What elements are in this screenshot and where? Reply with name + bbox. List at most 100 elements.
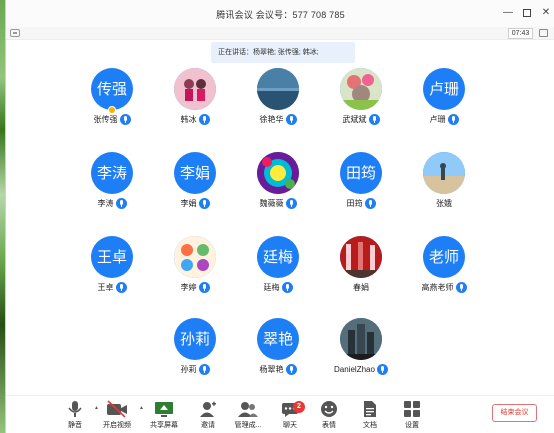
emoji-icon bbox=[321, 401, 337, 417]
participant-tile[interactable]: 老师 高燕老师 bbox=[402, 236, 486, 306]
participant-name: 孙莉 bbox=[180, 365, 197, 374]
end-meeting-button[interactable]: 结束会议 bbox=[492, 404, 537, 422]
participant-name: 武斌斌 bbox=[342, 115, 367, 124]
mic-icon bbox=[198, 364, 210, 375]
reactions-button[interactable]: 表情 bbox=[309, 400, 349, 432]
participant-name: 王卓 bbox=[97, 283, 114, 292]
video-label: 开启视频 bbox=[103, 422, 131, 429]
mic-icon bbox=[368, 114, 380, 125]
documents-label: 文档 bbox=[363, 422, 377, 429]
chat-unread-badge: 2 bbox=[293, 401, 305, 413]
microphone-icon bbox=[68, 401, 82, 417]
avatar-photo bbox=[423, 152, 465, 194]
participant-name: 卢珊 bbox=[429, 115, 446, 124]
share-screen-icon bbox=[155, 402, 173, 417]
avatar-photo bbox=[174, 68, 216, 110]
avatar: 卢珊 bbox=[423, 68, 465, 110]
participant-tile[interactable]: 卢珊 卢珊 bbox=[402, 68, 486, 138]
participant-tile[interactable]: 传强 张传强 bbox=[70, 68, 154, 138]
layout-icon[interactable] bbox=[539, 29, 548, 37]
participant-name: 田筠 bbox=[346, 199, 363, 208]
participant-tile[interactable]: 李婷 bbox=[153, 236, 237, 306]
mute-button[interactable]: 静音 bbox=[55, 400, 95, 432]
close-button[interactable]: ✕ bbox=[539, 6, 553, 20]
avatar: 李涛 bbox=[91, 152, 133, 194]
participant-tile[interactable]: 武斌斌 bbox=[319, 68, 403, 138]
share-screen-button[interactable]: 共享屏幕 bbox=[144, 400, 184, 432]
host-icon bbox=[108, 106, 116, 114]
mute-label: 静音 bbox=[68, 422, 82, 429]
avatar: 老师 bbox=[423, 236, 465, 278]
mic-icon bbox=[119, 114, 131, 125]
participant-tile[interactable]: 李娟 李娟 bbox=[153, 152, 237, 222]
avatar-photo bbox=[340, 68, 382, 110]
participant-name: 春娟 bbox=[353, 283, 369, 292]
add-user-icon bbox=[200, 401, 216, 417]
participant-name: 杨翠艳 bbox=[259, 365, 284, 374]
participant-name: 李婷 bbox=[180, 283, 197, 292]
mic-icon bbox=[285, 114, 297, 125]
mic-icon bbox=[364, 198, 376, 209]
mic-icon bbox=[115, 282, 127, 293]
mic-icon bbox=[198, 198, 210, 209]
minimize-button[interactable]: — bbox=[501, 6, 515, 20]
participant-tile[interactable]: 韩冰 bbox=[153, 68, 237, 138]
invite-button[interactable]: 邀请 bbox=[188, 400, 228, 432]
participant-tile[interactable]: DanielZhao bbox=[319, 318, 403, 388]
avatar: 李娟 bbox=[174, 152, 216, 194]
document-icon bbox=[364, 401, 376, 417]
settings-button[interactable]: 设置 bbox=[392, 400, 432, 432]
participant-tile[interactable]: 王卓 王卓 bbox=[70, 236, 154, 306]
participant-name: 魏薇薇 bbox=[259, 199, 284, 208]
avatar: 廷梅 bbox=[257, 236, 299, 278]
mic-icon bbox=[285, 198, 297, 209]
speaking-banner: 正在讲话：杨翠艳; 张传强; 韩冰; bbox=[211, 42, 355, 63]
avatar: 王卓 bbox=[91, 236, 133, 278]
members-icon bbox=[238, 402, 258, 417]
manage-members-button[interactable]: 管理成... bbox=[228, 400, 268, 432]
participant-name: 徐艳华 bbox=[259, 115, 284, 124]
window-title: 腾讯会议 会议号：577 708 785 bbox=[216, 10, 345, 20]
participant-name: 李娟 bbox=[180, 199, 197, 208]
avatar-photo bbox=[340, 236, 382, 278]
participant-name: 高燕老师 bbox=[421, 283, 454, 292]
participant-tile[interactable]: 孙莉 孙莉 bbox=[153, 318, 237, 388]
settings-label: 设置 bbox=[405, 422, 419, 429]
avatar-photo bbox=[340, 318, 382, 360]
invite-label: 邀请 bbox=[201, 422, 215, 429]
avatar: 田筠 bbox=[340, 152, 382, 194]
participant-name: 张传强 bbox=[93, 115, 118, 124]
mic-icon bbox=[281, 282, 293, 293]
mic-icon bbox=[198, 282, 210, 293]
share-label: 共享屏幕 bbox=[150, 422, 178, 429]
avatar: 传强 bbox=[91, 68, 133, 110]
documents-button[interactable]: 文档 bbox=[350, 400, 390, 432]
participant-tile[interactable]: 春娟 bbox=[319, 236, 403, 306]
chat-button[interactable]: 2 聊天 bbox=[270, 400, 310, 432]
participant-tile[interactable]: 廷梅 廷梅 bbox=[236, 236, 320, 306]
participant-tile[interactable]: 翠艳 杨翠艳 bbox=[236, 318, 320, 388]
participant-tile[interactable]: 李涛 李涛 bbox=[70, 152, 154, 222]
meeting-window: 腾讯会议 会议号：577 708 785 — ✕ 07:43 正在讲话：杨翠艳;… bbox=[5, 0, 554, 433]
avatar-photo bbox=[174, 236, 216, 278]
meeting-toolbar: 静音 ▲ 开启视频 ▲ 共享屏幕 邀请 管理成... 2 聊天 表情 文档 设置 bbox=[6, 395, 554, 433]
avatar: 翠艳 bbox=[257, 318, 299, 360]
mic-icon bbox=[376, 364, 388, 375]
video-button[interactable]: 开启视频 bbox=[97, 400, 137, 432]
info-bar: 07:43 bbox=[6, 27, 554, 40]
participant-name: 张娥 bbox=[436, 199, 452, 208]
chat-label: 聊天 bbox=[283, 422, 297, 429]
maximize-button[interactable] bbox=[520, 6, 534, 20]
members-label: 管理成... bbox=[234, 422, 262, 429]
participant-name: 韩冰 bbox=[180, 115, 197, 124]
video-off-icon bbox=[107, 400, 127, 418]
grid-settings-icon bbox=[404, 401, 420, 417]
mic-icon bbox=[285, 364, 297, 375]
participant-tile[interactable]: 田筠 田筠 bbox=[319, 152, 403, 222]
title-bar: 腾讯会议 会议号：577 708 785 — ✕ bbox=[6, 0, 554, 27]
meeting-info-icon[interactable] bbox=[10, 29, 20, 37]
participant-name: 廷梅 bbox=[263, 283, 280, 292]
participant-tile[interactable]: 魏薇薇 bbox=[236, 152, 320, 222]
participant-tile[interactable]: 徐艳华 bbox=[236, 68, 320, 138]
participant-tile[interactable]: 张娥 bbox=[402, 152, 486, 222]
